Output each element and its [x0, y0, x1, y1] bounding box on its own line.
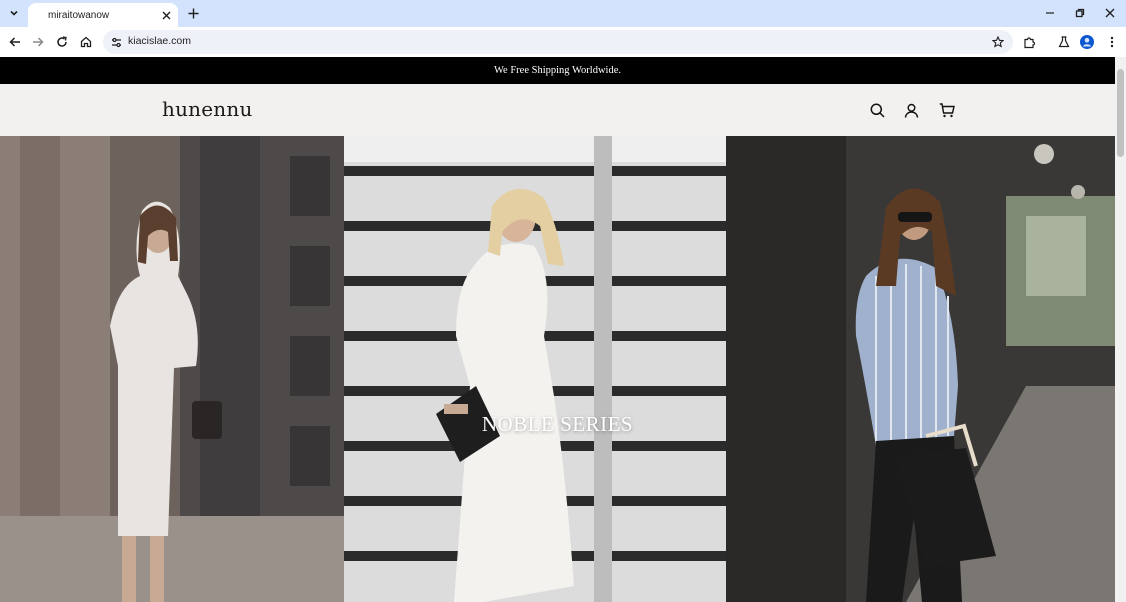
browser-tab[interactable]: miraitowanow	[28, 3, 178, 27]
cart-button[interactable]	[938, 101, 956, 119]
puzzle-icon	[1023, 36, 1035, 48]
account-button[interactable]	[902, 101, 920, 119]
minimize-button[interactable]	[1042, 6, 1058, 20]
close-icon	[162, 11, 170, 19]
url-text: kiacislae.com	[128, 35, 192, 47]
close-window-button[interactable]	[1102, 6, 1118, 20]
search-icon	[870, 103, 885, 118]
minimize-icon	[1046, 12, 1054, 14]
page-viewport: We Free Shipping Worldwide. hunennu NOBL…	[0, 57, 1115, 602]
back-button[interactable]	[7, 34, 23, 50]
restore-icon	[1075, 8, 1085, 18]
tab-close-button[interactable]	[160, 9, 172, 21]
announcement-bar: We Free Shipping Worldwide.	[0, 57, 1115, 84]
hero-photo-right	[726, 136, 1115, 602]
plus-icon	[188, 8, 198, 18]
hero-title: NOBLE SERIES	[481, 412, 634, 436]
kebab-icon	[1110, 36, 1114, 48]
scrollbar-thumb[interactable]	[1117, 69, 1124, 157]
search-button[interactable]	[868, 101, 886, 119]
new-tab-button[interactable]	[186, 6, 200, 20]
hero-photo-left	[0, 136, 344, 602]
cart-icon	[939, 102, 955, 117]
home-button[interactable]	[78, 34, 94, 50]
arrow-right-icon	[33, 37, 44, 47]
tab-list-button[interactable]	[4, 4, 24, 22]
home-icon	[80, 36, 92, 48]
browser-toolbar: kiacislae.com	[0, 27, 1126, 57]
restore-button[interactable]	[1072, 6, 1088, 20]
person-icon	[1080, 35, 1094, 49]
browser-menu-button[interactable]	[1104, 34, 1120, 50]
hero-photo-middle	[344, 136, 726, 602]
tune-icon	[111, 37, 121, 47]
site-info-button[interactable]	[109, 35, 123, 49]
address-bar[interactable]: kiacislae.com	[103, 30, 1013, 54]
flask-icon	[1058, 36, 1070, 48]
user-icon	[904, 103, 918, 118]
profile-button[interactable]	[1079, 34, 1095, 50]
reload-button[interactable]	[54, 34, 70, 50]
chevron-down-icon	[10, 10, 18, 16]
site-logo[interactable]: hunennu	[162, 97, 253, 121]
tab-title: miraitowanow	[48, 9, 110, 21]
forward-button[interactable]	[30, 34, 46, 50]
star-icon	[992, 36, 1004, 48]
arrow-left-icon	[9, 37, 20, 47]
page-scrollbar[interactable]	[1115, 57, 1126, 602]
browser-tab-strip: miraitowanow	[0, 0, 1126, 27]
announcement-text: We Free Shipping Worldwide.	[493, 65, 621, 76]
bookmark-button[interactable]	[991, 35, 1005, 49]
reload-icon	[57, 36, 67, 47]
labs-button[interactable]	[1056, 34, 1072, 50]
close-icon	[1105, 8, 1115, 18]
extensions-button[interactable]	[1021, 34, 1037, 50]
site-header: hunennu	[0, 84, 1115, 136]
hero-banner[interactable]: NOBLE SERIES	[0, 136, 1115, 602]
